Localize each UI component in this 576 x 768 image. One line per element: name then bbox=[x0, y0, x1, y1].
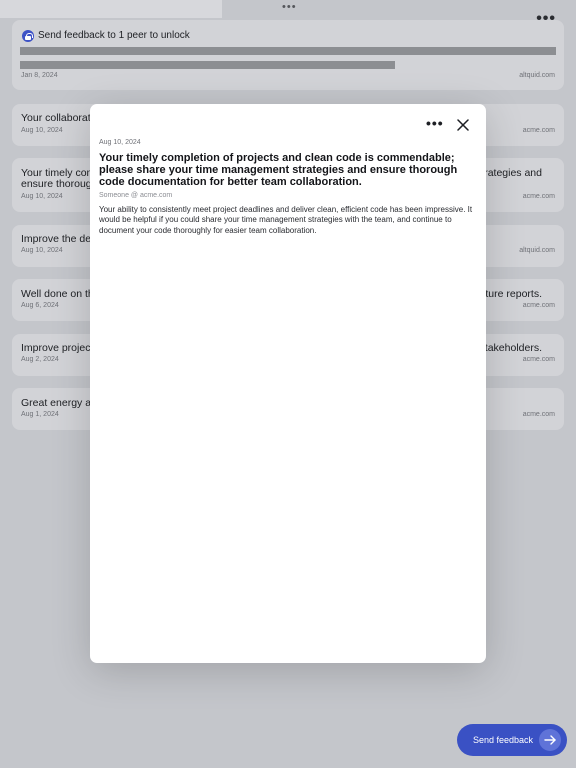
card-title: Improve project bbox=[21, 342, 94, 354]
lock-icon bbox=[22, 30, 34, 42]
card-title-end: stakeholders. bbox=[479, 342, 542, 354]
redacted-bar bbox=[20, 47, 556, 55]
redacted-bar bbox=[20, 61, 395, 69]
card-domain: acme.com bbox=[522, 356, 555, 363]
card-date: Aug 10, 2024 bbox=[21, 127, 63, 134]
card-date: Aug 10, 2024 bbox=[21, 247, 63, 254]
locked-feedback-card[interactable]: Send feedback to 1 peer to unlock Jan 8,… bbox=[12, 20, 564, 90]
feedback-author: Someone @ acme.com bbox=[99, 192, 173, 199]
top-strip bbox=[0, 0, 222, 18]
card-title: Your collaboratio bbox=[21, 112, 99, 124]
feedback-body: Your ability to consistently meet projec… bbox=[99, 205, 473, 235]
unlock-message: Send feedback to 1 peer to unlock bbox=[38, 30, 190, 41]
card-date: Jan 8, 2024 bbox=[21, 72, 58, 79]
card-date: Aug 6, 2024 bbox=[21, 302, 59, 309]
card-title-end: future reports. bbox=[476, 288, 542, 300]
more-horizontal-icon[interactable]: ••• bbox=[426, 116, 444, 130]
send-feedback-button[interactable]: Send feedback bbox=[457, 724, 567, 756]
card-domain: acme.com bbox=[522, 193, 555, 200]
arrow-right-icon bbox=[539, 729, 561, 751]
card-title-end: trategies and bbox=[481, 167, 542, 179]
card-domain: acme.com bbox=[522, 302, 555, 309]
card-date: Aug 10, 2024 bbox=[21, 193, 63, 200]
card-domain: acme.com bbox=[522, 411, 555, 418]
card-date: Aug 2, 2024 bbox=[21, 356, 59, 363]
card-domain: altquid.com bbox=[519, 247, 555, 254]
card-title: Improve the det bbox=[21, 233, 94, 245]
send-feedback-label: Send feedback bbox=[473, 735, 534, 745]
close-icon[interactable] bbox=[456, 118, 470, 132]
multitask-grabber-icon[interactable]: ••• bbox=[282, 2, 297, 13]
card-title: Well done on the bbox=[21, 288, 100, 300]
feedback-date: Aug 10, 2024 bbox=[99, 139, 141, 146]
feedback-title: Your timely completion of projects and c… bbox=[99, 152, 458, 188]
card-date: Aug 1, 2024 bbox=[21, 411, 59, 418]
card-title-line2: ensure thorough bbox=[21, 178, 98, 190]
card-title: Great energy an bbox=[21, 397, 97, 409]
card-domain: altquid.com bbox=[519, 72, 555, 79]
card-domain: acme.com bbox=[522, 127, 555, 134]
feedback-detail-modal: ••• Aug 10, 2024 Your timely completion … bbox=[90, 104, 486, 663]
